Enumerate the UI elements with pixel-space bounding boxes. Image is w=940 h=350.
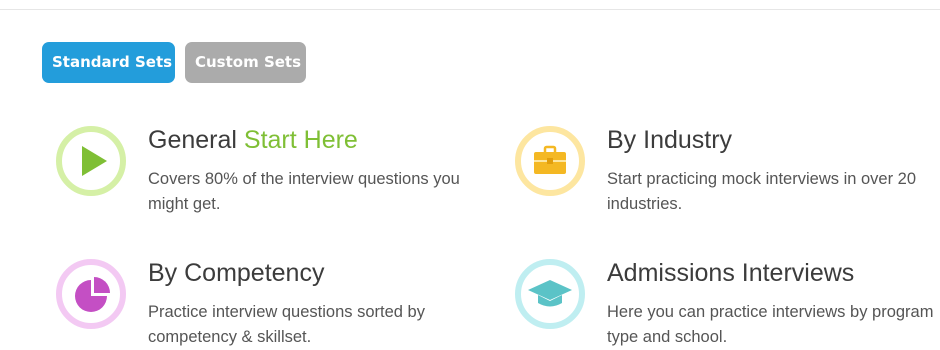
card-title: Admissions Interviews <box>607 259 855 287</box>
card-description: Covers 80% of the interview questions yo… <box>148 170 460 213</box>
tab-custom-sets[interactable]: Custom Sets <box>185 42 306 83</box>
play-icon <box>56 126 126 196</box>
card-description: Start practicing mock interviews in over… <box>607 170 917 213</box>
card-description: Practice interview questions sorted by c… <box>148 303 425 346</box>
start-here-link[interactable]: Start Here <box>244 126 358 154</box>
pie-chart-icon <box>56 259 126 329</box>
card-title: By Competency <box>148 259 325 287</box>
set-type-tabs: Standard Sets Custom Sets <box>42 42 306 83</box>
card-title: By Industry <box>607 126 733 154</box>
card-title: General Start Here <box>148 125 358 155</box>
card-title-text: General <box>148 126 237 154</box>
tab-standard-sets[interactable]: Standard Sets <box>42 42 175 83</box>
card-description: Here you can practice interviews by prog… <box>607 303 934 346</box>
graduation-cap-icon <box>515 259 585 329</box>
briefcase-icon <box>515 126 585 196</box>
top-divider <box>0 9 940 10</box>
